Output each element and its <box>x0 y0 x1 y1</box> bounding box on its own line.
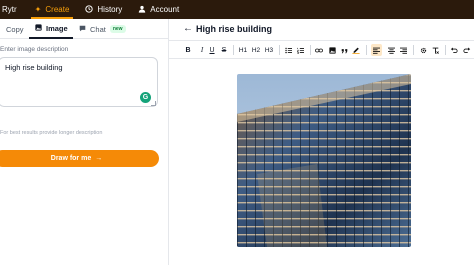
generated-building-image[interactable] <box>237 74 411 247</box>
underline-button[interactable]: U <box>207 44 217 56</box>
editor-header: ← High rise building <box>169 19 474 41</box>
toolbar-divider <box>445 45 446 55</box>
back-arrow-icon[interactable]: ← <box>183 23 193 34</box>
arrow-right-icon: → <box>95 155 103 162</box>
left-panel: Copy Image Chat new Enter image descript… <box>0 19 169 265</box>
clock-icon <box>85 4 94 15</box>
tab-image[interactable]: Image <box>29 19 73 39</box>
bold-button[interactable]: B <box>183 44 193 56</box>
grammarly-icon[interactable]: G <box>140 92 151 103</box>
nav-history[interactable]: History <box>77 0 130 19</box>
toolbar-divider <box>279 45 280 55</box>
sparkle-icon: ✦ <box>34 4 42 14</box>
editor-panel: ← High rise building B I U S H1 H2 H3 <box>169 19 474 265</box>
image-description-input[interactable]: High rise building <box>0 57 158 107</box>
nav-history-label: History <box>97 5 123 14</box>
brand-name: Rytr <box>2 5 17 14</box>
formatting-toolbar: B I U S H1 H2 H3 <box>169 41 474 59</box>
heading-2-button[interactable]: H2 <box>251 44 261 56</box>
textarea-resize-handle[interactable] <box>151 101 156 106</box>
nav-create[interactable]: ✦ Create <box>27 0 78 19</box>
tab-copy[interactable]: Copy <box>6 19 24 39</box>
brand-logo[interactable]: Rytr <box>0 0 27 19</box>
clear-format-icon[interactable] <box>430 44 440 56</box>
nav-create-label: Create <box>45 5 70 14</box>
image-description-label: Enter image description <box>0 46 69 53</box>
italic-button[interactable]: I <box>197 44 207 56</box>
high-rise-building-illustration <box>237 74 411 247</box>
toolbar-divider <box>233 45 234 55</box>
tool-tabs: Copy Image Chat new <box>0 19 169 39</box>
nav-account-label: Account <box>150 5 180 14</box>
highlight-pen-icon[interactable] <box>351 44 361 56</box>
toolbar-divider <box>413 45 414 55</box>
numbered-list-icon[interactable] <box>295 44 305 56</box>
align-right-icon[interactable] <box>398 44 408 56</box>
draw-button-label: Draw for me <box>50 155 92 162</box>
new-badge: new <box>109 25 126 33</box>
link-icon[interactable] <box>314 44 324 56</box>
settings-icon[interactable] <box>418 44 428 56</box>
nav-account[interactable]: Account <box>130 0 187 19</box>
redo-icon[interactable] <box>462 44 472 56</box>
strikethrough-button[interactable]: S <box>219 44 229 56</box>
description-hint: For best results provide longer descript… <box>0 130 103 136</box>
bullet-list-icon[interactable] <box>283 44 293 56</box>
quote-icon[interactable] <box>339 44 349 56</box>
heading-1-button[interactable]: H1 <box>238 44 248 56</box>
tab-copy-label: Copy <box>6 24 24 34</box>
draw-for-me-button[interactable]: Draw for me → <box>0 150 159 167</box>
toolbar-divider <box>366 45 367 55</box>
user-icon <box>138 5 146 15</box>
align-center-icon[interactable] <box>386 44 396 56</box>
insert-image-icon[interactable] <box>327 44 337 56</box>
image-icon <box>35 23 42 33</box>
chat-icon <box>79 25 86 34</box>
undo-icon[interactable] <box>449 44 459 56</box>
heading-3-button[interactable]: H3 <box>264 44 274 56</box>
tab-chat[interactable]: Chat new <box>79 19 126 39</box>
top-navigation-bar: Rytr ✦ Create History Account <box>0 0 474 19</box>
tab-image-label: Image <box>46 23 68 33</box>
tab-chat-label: Chat <box>90 24 106 34</box>
document-title: High rise building <box>196 24 272 34</box>
toolbar-divider <box>310 45 311 55</box>
align-left-icon[interactable] <box>371 44 382 56</box>
